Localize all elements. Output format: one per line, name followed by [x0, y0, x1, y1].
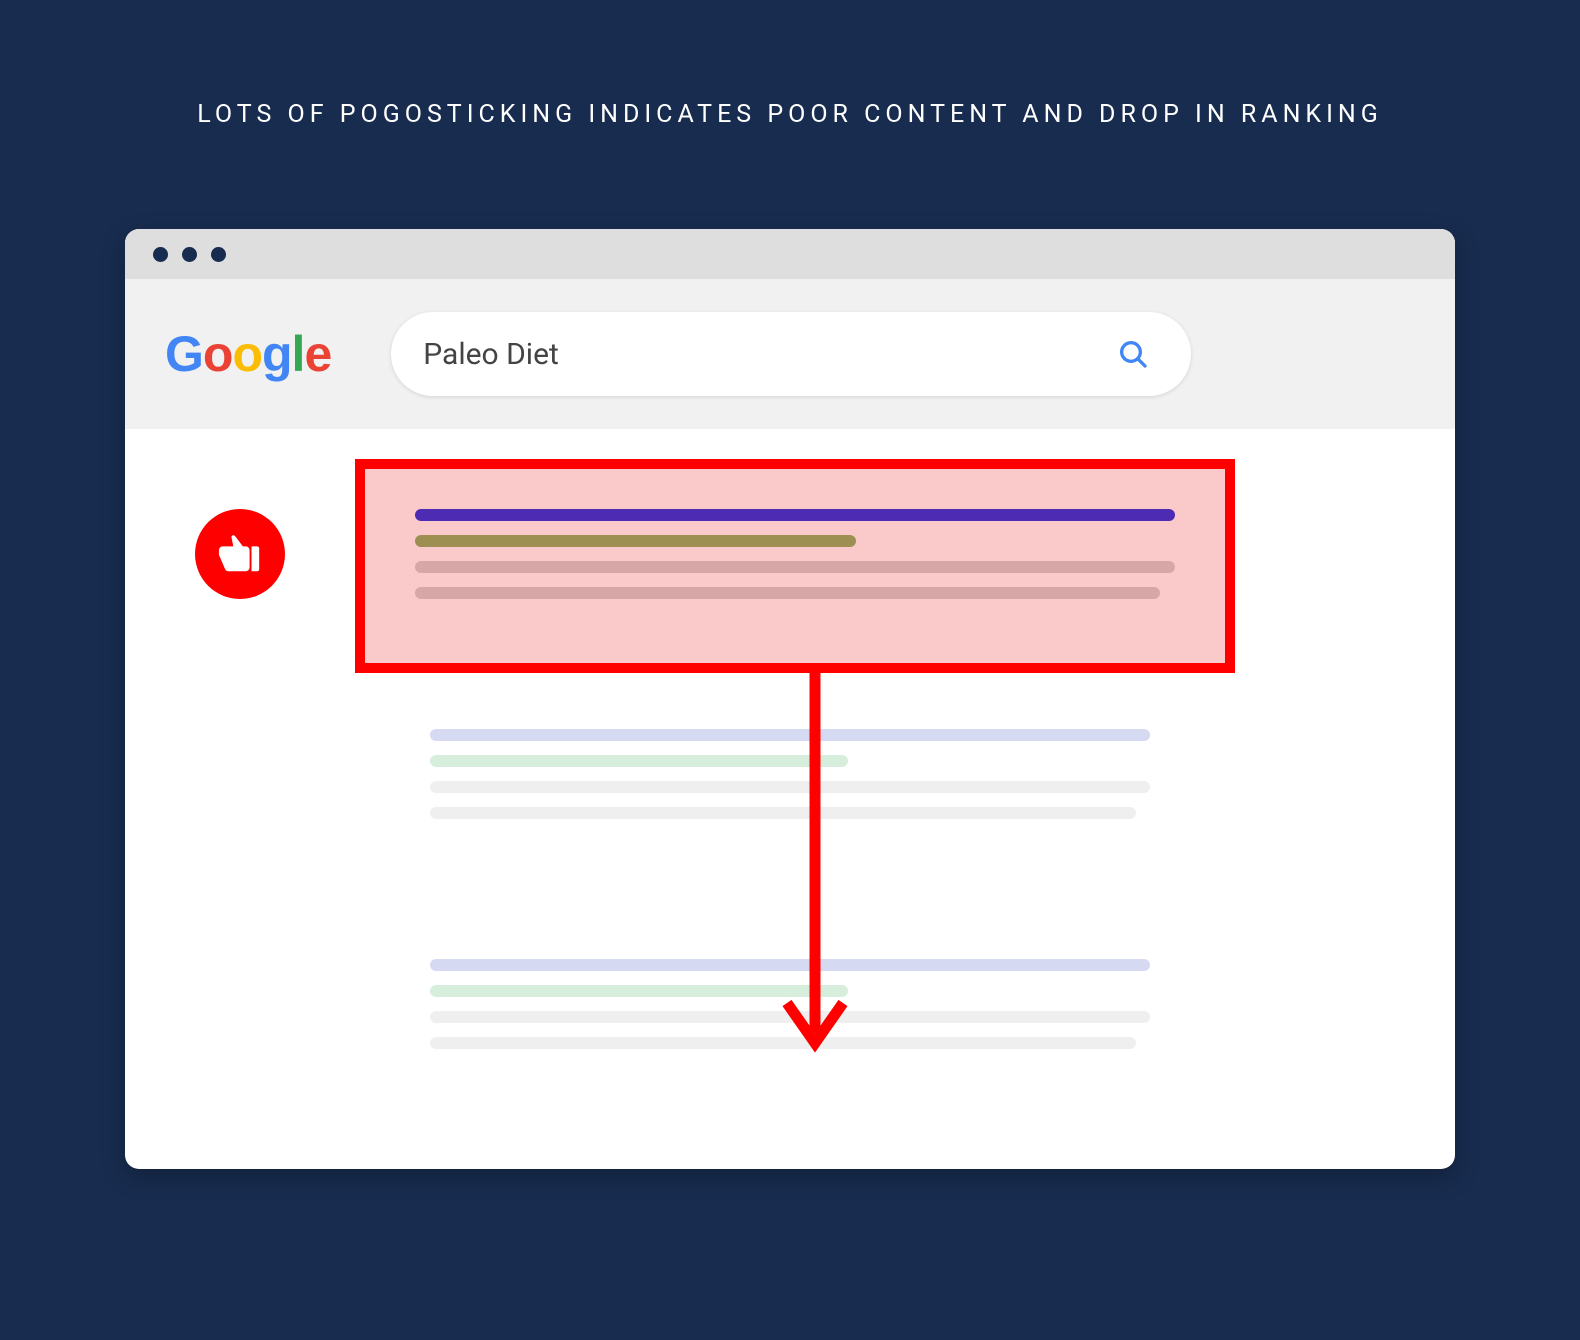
window-dot-3	[211, 247, 226, 262]
google-logo-g1: G	[165, 325, 203, 383]
window-dot-2	[182, 247, 197, 262]
browser-window: G o o g l e Paleo Diet	[125, 229, 1455, 1169]
result-text-bar	[415, 587, 1160, 599]
result-title-bar	[430, 729, 1150, 741]
highlighted-result	[355, 459, 1235, 673]
result-block-2	[430, 729, 1150, 819]
results-area	[125, 429, 1455, 489]
result-url-bar	[415, 535, 856, 547]
result-title-bar	[430, 959, 1150, 971]
google-logo-g2: o	[203, 325, 233, 383]
google-logo-g3: o	[232, 325, 262, 383]
browser-titlebar	[125, 229, 1455, 279]
result-url-bar	[430, 755, 848, 767]
result-text-bar	[430, 807, 1136, 819]
result-text-bar	[430, 1011, 1150, 1023]
result-title-bar	[415, 509, 1175, 521]
result-text-bar	[415, 561, 1175, 573]
search-input[interactable]: Paleo Diet	[391, 312, 1191, 396]
result-url-bar	[430, 985, 848, 997]
search-query-text: Paleo Diet	[423, 337, 559, 372]
result-text-bar	[430, 1037, 1136, 1049]
result-text-bar	[430, 781, 1150, 793]
result-block-3	[430, 959, 1150, 1049]
thumbs-down-icon	[195, 509, 285, 599]
google-logo: G o o g l e	[165, 325, 331, 383]
search-icon[interactable]	[1117, 338, 1149, 370]
google-logo-g4: g	[262, 325, 292, 383]
diagram-title: LOTS OF POGOSTICKING INDICATES POOR CONT…	[197, 100, 1383, 129]
google-logo-g6: e	[304, 325, 331, 383]
google-logo-g5: l	[292, 325, 305, 383]
window-dot-1	[153, 247, 168, 262]
search-header: G o o g l e Paleo Diet	[125, 279, 1455, 429]
